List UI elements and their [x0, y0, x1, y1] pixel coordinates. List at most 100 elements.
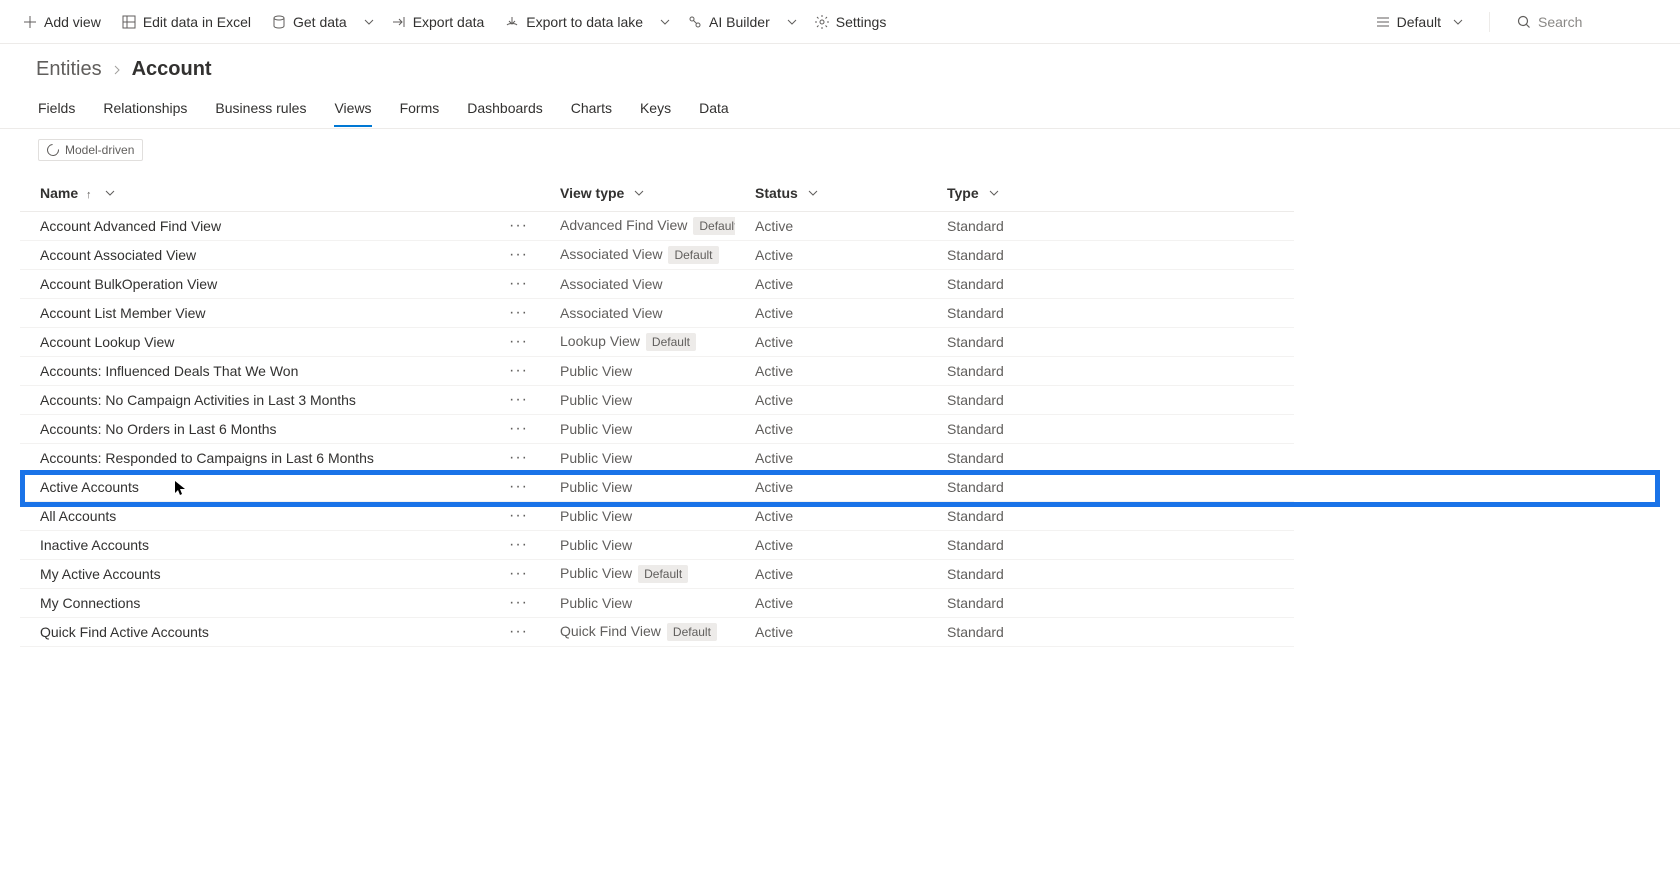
row-view-type-label: Public View [560, 363, 632, 379]
ai-builder-button[interactable]: AI Builder [677, 4, 780, 40]
table-row[interactable]: My Connections···Public ViewActiveStanda… [20, 589, 1660, 618]
row-name-label: Quick Find Active Accounts [40, 624, 209, 640]
row-more-icon[interactable]: ··· [509, 420, 528, 438]
row-name-cell[interactable]: Account Advanced Find View··· [20, 212, 540, 241]
row-name-label: My Active Accounts [40, 566, 161, 582]
row-type-cell: Standard [927, 328, 1294, 357]
row-name-cell[interactable]: Accounts: Influenced Deals That We Won ··… [20, 357, 540, 386]
row-name-cell[interactable]: Accounts: Responded to Campaigns in Last… [20, 444, 540, 473]
row-name-cell[interactable]: All Accounts··· [20, 502, 540, 531]
tab-dashboards[interactable]: Dashboards [467, 90, 543, 127]
row-name-cell[interactable]: My Connections··· [20, 589, 540, 618]
row-more-icon[interactable]: ··· [509, 507, 528, 525]
row-view-type-cell: Public ViewDefault [540, 560, 735, 589]
row-view-type-label: Public View [560, 479, 632, 495]
table-row[interactable]: Account BulkOperation View···Associated … [20, 270, 1660, 299]
chevron-down-icon[interactable] [634, 188, 644, 198]
row-name-cell[interactable]: Quick Find Active Accounts ··· [20, 618, 540, 647]
row-more-icon[interactable]: ··· [509, 594, 528, 612]
column-header-status[interactable]: Status [735, 175, 927, 212]
row-view-type-cell: Public View [540, 589, 735, 618]
get-data-chevron[interactable] [357, 4, 381, 40]
export-data-label: Export data [413, 14, 485, 30]
column-header-view-type[interactable]: View type [540, 175, 735, 212]
search-input[interactable] [1538, 14, 1658, 30]
row-name-label: Account Associated View [40, 247, 196, 263]
row-name-cell[interactable]: Inactive Accounts ··· [20, 531, 540, 560]
chevron-down-icon[interactable] [105, 188, 115, 198]
tab-charts[interactable]: Charts [571, 90, 612, 127]
row-name-cell[interactable]: Account Lookup View··· [20, 328, 540, 357]
table-row[interactable]: Accounts: Responded to Campaigns in Last… [20, 444, 1660, 473]
table-row[interactable]: All Accounts···Public ViewActiveStandard [20, 502, 1660, 531]
row-name-label: Inactive Accounts [40, 537, 149, 553]
column-header-type[interactable]: Type [927, 175, 1294, 212]
row-name-cell[interactable]: My Active Accounts ··· [20, 560, 540, 589]
row-more-icon[interactable]: ··· [509, 304, 528, 322]
database-icon [271, 14, 287, 30]
table-row[interactable]: Account Associated View···Associated Vie… [20, 241, 1660, 270]
row-name-cell[interactable]: Accounts: No Orders in Last 6 Months··· [20, 415, 540, 444]
tab-relationships[interactable]: Relationships [103, 90, 187, 127]
row-name-cell[interactable]: Account Associated View ··· [20, 241, 540, 270]
row-more-icon[interactable]: ··· [509, 478, 528, 496]
table-row[interactable]: Quick Find Active Accounts···Quick Find … [20, 618, 1660, 647]
export-icon [391, 14, 407, 30]
row-more-icon[interactable]: ··· [509, 391, 528, 409]
row-view-type-cell: Associated View [540, 270, 735, 299]
breadcrumb-parent[interactable]: Entities [36, 58, 102, 81]
chevron-down-icon[interactable] [989, 188, 999, 198]
tab-data[interactable]: Data [699, 90, 729, 127]
table-row[interactable]: Account Advanced Find View···Advanced Fi… [20, 212, 1660, 241]
row-more-icon[interactable]: ··· [509, 217, 528, 235]
row-name-cell[interactable]: Active Accounts··· [20, 473, 540, 502]
tab-forms[interactable]: Forms [400, 90, 440, 127]
chevron-down-icon[interactable] [808, 188, 818, 198]
table-row[interactable]: Accounts: No Campaign Activities in Last… [20, 386, 1660, 415]
model-driven-pill[interactable]: Model-driven [38, 139, 143, 161]
search-icon [1516, 14, 1532, 30]
table-row[interactable]: Account List Member View··· Associated Vi… [20, 299, 1660, 328]
column-header-name[interactable]: Name ↑ [20, 175, 540, 212]
export-data-button[interactable]: Export data [381, 4, 495, 40]
row-more-icon[interactable]: ··· [509, 565, 528, 583]
tab-views[interactable]: Views [334, 90, 371, 127]
add-view-label: Add view [44, 14, 101, 30]
table-row[interactable]: Active Accounts···Public ViewActiveStand… [20, 473, 1660, 502]
row-more-icon[interactable]: ··· [509, 246, 528, 264]
row-more-icon[interactable]: ··· [509, 333, 528, 351]
view-selector-button[interactable]: Default [1365, 4, 1473, 40]
row-status-cell: Active [735, 386, 927, 415]
row-more-icon[interactable]: ··· [509, 536, 528, 554]
row-more-icon[interactable]: ··· [509, 623, 528, 641]
get-data-button[interactable]: Get data [261, 4, 357, 40]
settings-button[interactable]: Settings [804, 4, 897, 40]
table-row[interactable]: My Active Accounts···Public ViewDefaultA… [20, 560, 1660, 589]
row-more-icon[interactable]: ··· [509, 362, 528, 380]
row-type-cell: Standard [927, 473, 1294, 502]
edit-data-excel-button[interactable]: Edit data in Excel [111, 4, 261, 40]
row-view-type-label: Associated View [560, 305, 662, 321]
search-region[interactable] [1506, 14, 1668, 30]
row-type-cell: Standard [927, 212, 1294, 241]
export-data-lake-button[interactable]: Export to data lake [494, 4, 653, 40]
table-row[interactable]: Accounts: Influenced Deals That We Won ··… [20, 357, 1660, 386]
ai-builder-chevron[interactable] [780, 4, 804, 40]
view-list-icon [1375, 14, 1391, 30]
export-lake-chevron[interactable] [653, 4, 677, 40]
tab-keys[interactable]: Keys [640, 90, 671, 127]
table-row[interactable]: Accounts: No Orders in Last 6 Months···P… [20, 415, 1660, 444]
row-name-cell[interactable]: Account List Member View··· [20, 299, 540, 328]
row-name-cell[interactable]: Accounts: No Campaign Activities in Last… [20, 386, 540, 415]
row-more-icon[interactable]: ··· [509, 449, 528, 467]
tab-fields[interactable]: Fields [38, 90, 75, 127]
table-row[interactable]: Inactive Accounts···Public ViewActiveSta… [20, 531, 1660, 560]
row-view-type-label: Quick Find View [560, 623, 661, 639]
add-view-button[interactable]: Add view [12, 4, 111, 40]
row-more-icon[interactable]: ··· [509, 275, 528, 293]
tab-business-rules[interactable]: Business rules [215, 90, 306, 127]
table-row[interactable]: Account Lookup View···Lookup ViewDefault… [20, 328, 1660, 357]
row-status-cell: Active [735, 270, 927, 299]
row-name-label: Accounts: Influenced Deals That We Won [40, 363, 298, 379]
row-name-cell[interactable]: Account BulkOperation View··· [20, 270, 540, 299]
